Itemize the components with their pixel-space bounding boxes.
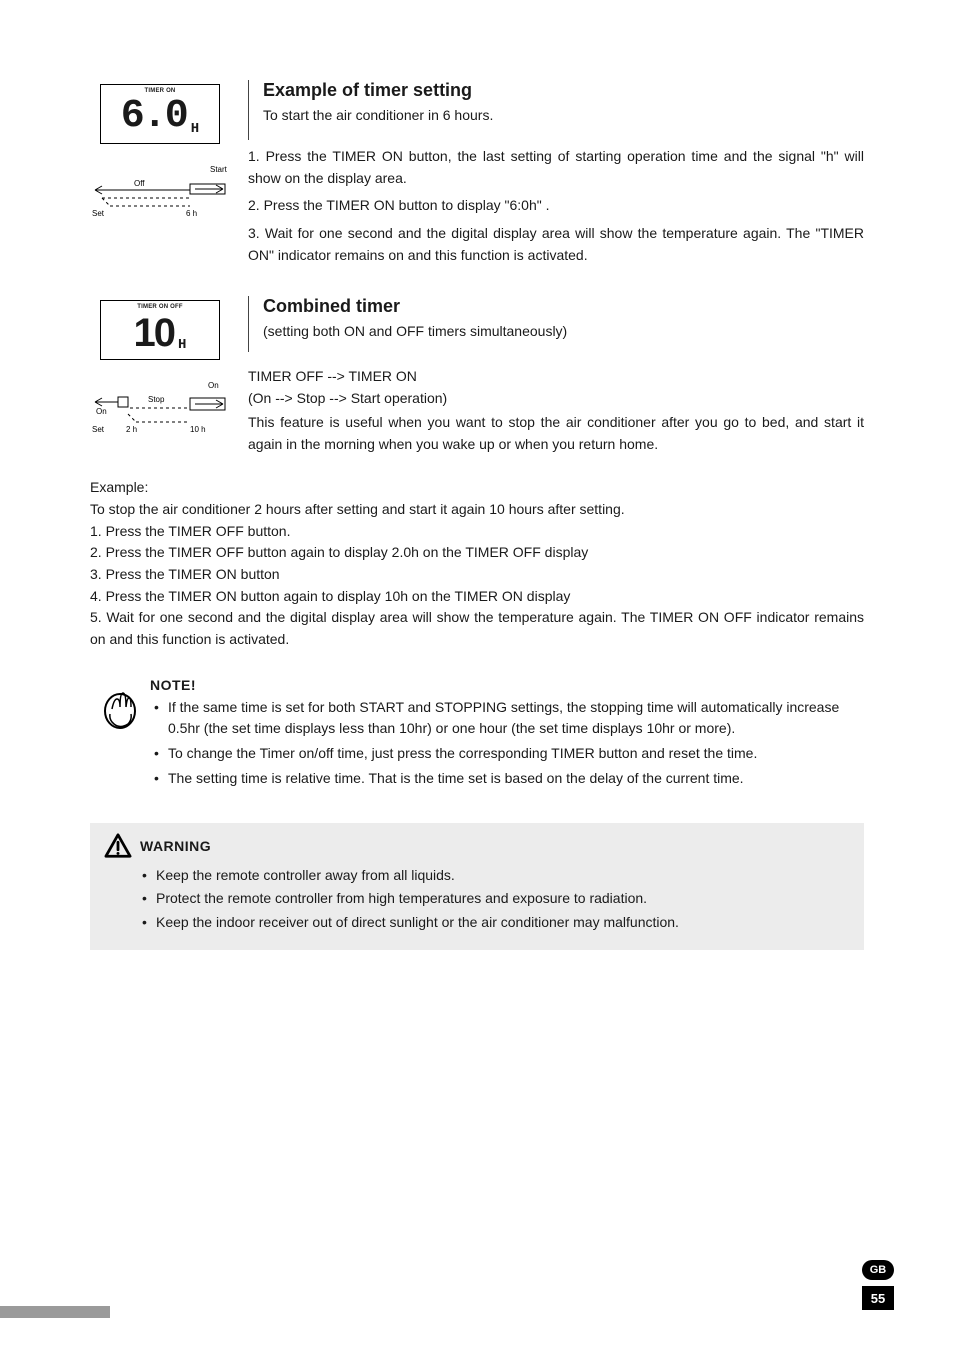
hand-icon xyxy=(102,681,138,731)
ex2-s5: 5. Wait for one second and the digital d… xyxy=(90,607,864,650)
warn-item-1: Keep the remote controller away from all… xyxy=(142,865,850,887)
tl2-top: On xyxy=(208,381,219,390)
tl1-br: 6 h xyxy=(186,209,197,218)
page-number: 55 xyxy=(862,1286,894,1310)
s1-step2: 2. Press the TIMER ON button to display … xyxy=(248,195,864,217)
lcd-display-1: TIMER ON 6.0 H xyxy=(100,84,220,144)
tl2-br: 10 h xyxy=(190,425,206,434)
tl2-mid: Stop xyxy=(148,395,165,404)
tl1-top: Start xyxy=(210,165,228,174)
lcd1-digits: 6.0 xyxy=(121,97,187,137)
warn-item-2: Protect the remote controller from high … xyxy=(142,888,850,910)
section-combined-timer: TIMER ON OFF 10 H On Stop On xyxy=(90,296,864,455)
note-item-3: The setting time is relative time. That … xyxy=(154,768,864,789)
tl1-mid: Off xyxy=(134,179,145,188)
lcd2-suffix: H xyxy=(178,337,186,353)
s2-inline-sub: (On --> Stop --> Start operation) xyxy=(248,388,864,410)
ex2-lead: To stop the air conditioner 2 hours afte… xyxy=(90,499,864,521)
warning-box: WARNING Keep the remote controller away … xyxy=(90,823,864,950)
lcd2-digits: 10 xyxy=(134,313,175,353)
section1-left: TIMER ON 6.0 H Start Off xyxy=(90,80,230,221)
section2-left: TIMER ON OFF 10 H On Stop On xyxy=(90,296,230,455)
warning-list: Keep the remote controller away from all… xyxy=(104,865,850,934)
timeline-2: On Stop On Set 2 h 10 h xyxy=(90,380,230,437)
lcd2-label: TIMER ON OFF xyxy=(101,304,219,310)
lang-badge: GB xyxy=(862,1260,894,1280)
footer-bar xyxy=(0,1306,110,1318)
timeline-1: Start Off Set 6 h xyxy=(90,164,230,221)
section1-subhead: To start the air conditioner in 6 hours. xyxy=(263,105,864,125)
lcd-display-2: TIMER ON OFF 10 H xyxy=(100,300,220,360)
note-item-1: If the same time is set for both START a… xyxy=(154,697,864,739)
ex2-s3: 3. Press the TIMER ON button xyxy=(90,564,864,586)
page-root: TIMER ON 6.0 H Start Off xyxy=(0,0,954,1350)
example2-block: Example: To stop the air conditioner 2 h… xyxy=(90,477,864,651)
tl2-bl: Set xyxy=(92,425,105,434)
warn-item-3: Keep the indoor receiver out of direct s… xyxy=(142,912,850,934)
note-box: NOTE! If the same time is set for both S… xyxy=(90,677,864,793)
warning-icon xyxy=(104,833,132,859)
s1-step3: 3. Wait for one second and the digital d… xyxy=(248,223,864,266)
section2-right: Combined timer (setting both ON and OFF … xyxy=(230,296,864,455)
ex2-s1: 1. Press the TIMER OFF button. xyxy=(90,521,864,543)
s2-inline-body: This feature is useful when you want to … xyxy=(248,412,864,455)
ex2-title: Example: xyxy=(90,477,864,499)
note-list: If the same time is set for both START a… xyxy=(150,697,864,789)
lcd1-suffix: H xyxy=(191,121,199,137)
lcd1-label: TIMER ON xyxy=(101,88,219,94)
ex2-s4: 4. Press the TIMER ON button again to di… xyxy=(90,586,864,608)
ex2-s2: 2. Press the TIMER OFF button again to d… xyxy=(90,542,864,564)
warning-title: WARNING xyxy=(140,838,211,854)
tl1-bl: Set xyxy=(92,209,105,218)
note-item-2: To change the Timer on/off time, just pr… xyxy=(154,743,864,764)
section-timer-example: TIMER ON 6.0 H Start Off xyxy=(90,80,864,266)
s2-inline-head: TIMER OFF --> TIMER ON xyxy=(248,366,864,388)
section1-right: Example of timer setting To start the ai… xyxy=(230,80,864,266)
section2-subhead: (setting both ON and OFF timers simultan… xyxy=(263,321,864,341)
s1-step1: 1. Press the TIMER ON button, the last s… xyxy=(248,146,864,189)
section1-heading: Example of timer setting xyxy=(263,80,864,101)
tl2-bm: 2 h xyxy=(126,425,137,434)
footer: GB 55 xyxy=(862,1260,894,1310)
tl2-left: On xyxy=(96,407,107,416)
note-title: NOTE! xyxy=(150,677,864,693)
section2-heading: Combined timer xyxy=(263,296,864,317)
